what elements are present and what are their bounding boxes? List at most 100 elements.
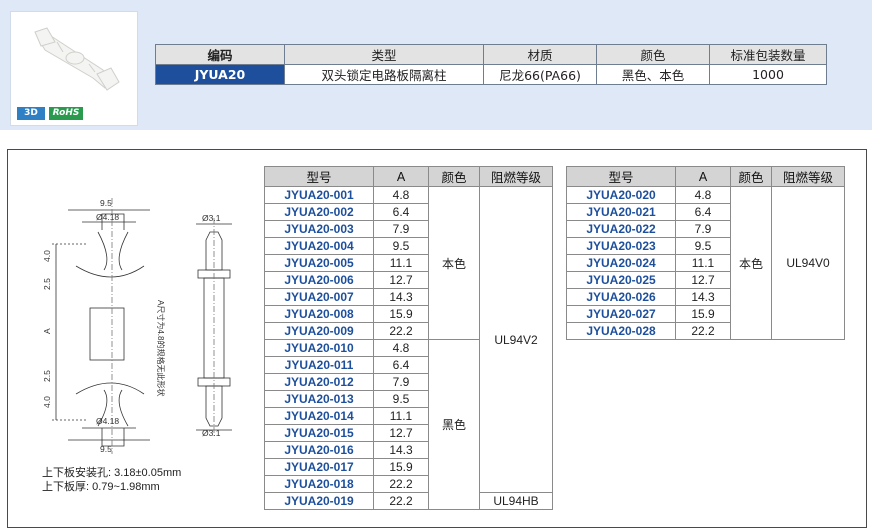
- dim-top-gap: 2.5: [42, 278, 52, 290]
- a-value-cell: 15.9: [373, 305, 429, 323]
- model-cell: JYUA20-017: [264, 458, 374, 476]
- model-cell: JYUA20-020: [566, 186, 676, 204]
- a-value-cell: 14.3: [373, 288, 429, 306]
- product-thumbnail: 3D RoHS: [10, 11, 138, 126]
- dim-bottom-height: 4.0: [42, 396, 52, 408]
- spec-header-color: 颜色: [596, 44, 710, 65]
- model-cell: JYUA20-023: [566, 237, 676, 255]
- a-value-cell: 9.5: [675, 237, 731, 255]
- model-cell: JYUA20-014: [264, 407, 374, 425]
- model-cell: JYUA20-005: [264, 254, 374, 272]
- dim-side-diameter-top: Ø3.1: [202, 213, 221, 223]
- a-value-cell: 6.4: [373, 356, 429, 374]
- table-row: JYUA20-020 4.8 本色 UL94V0: [566, 186, 845, 340]
- header-model: 型号: [566, 166, 676, 187]
- rohs-badge: RoHS: [49, 107, 83, 120]
- model-cell: JYUA20-022: [566, 220, 676, 238]
- dim-top-diameter: Ø4.18: [96, 212, 119, 222]
- board-thickness-note: 上下板厚: 0.79~1.98mm: [42, 481, 160, 493]
- side-view-note: A尺寸为4.8的规格无此形状: [156, 300, 166, 396]
- dim-side-diameter-bottom: Ø3.1: [202, 428, 221, 438]
- model-cell: JYUA20-013: [264, 390, 374, 408]
- header-model: 型号: [264, 166, 374, 187]
- model-cell: JYUA20-015: [264, 424, 374, 442]
- spec-header-code: 编码: [155, 44, 285, 65]
- rating-cell: UL94V0: [771, 186, 845, 340]
- a-value-cell: 22.2: [373, 322, 429, 340]
- model-cell: JYUA20-012: [264, 373, 374, 391]
- a-value-cell: 4.8: [373, 186, 429, 204]
- a-value-cell: 22.2: [373, 475, 429, 493]
- model-table-1-header: 型号 A 颜色 阻燃等级: [264, 166, 553, 187]
- technical-drawing: 9.5 Ø4.18 Ø3.1 4.0 2.5 A 2.5 4.0 Ø4.18 9…: [42, 198, 232, 454]
- model-cell: JYUA20-016: [264, 441, 374, 459]
- model-cell: JYUA20-024: [566, 254, 676, 272]
- model-cell: JYUA20-025: [566, 271, 676, 289]
- dim-bottom-diameter: Ø4.18: [96, 416, 119, 426]
- dim-top-width: 9.5: [100, 198, 112, 208]
- model-table-2: 型号 A 颜色 阻燃等级 JYUA20-020 4.8 本色 UL94V0 JYUA20…: [566, 166, 845, 340]
- spec-value-type: 双头锁定电路板隔离柱: [284, 64, 484, 85]
- header-a: A: [373, 166, 429, 187]
- a-value-cell: 11.1: [675, 254, 731, 272]
- model-cell: JYUA20-021: [566, 203, 676, 221]
- model-cell: JYUA20-027: [566, 305, 676, 323]
- a-value-cell: 4.8: [675, 186, 731, 204]
- a-value-cell: 7.9: [373, 220, 429, 238]
- a-value-cell: 4.8: [373, 339, 429, 357]
- table-row: JYUA20-019 22.2 UL94HB: [264, 492, 553, 510]
- a-value-cell: 7.9: [675, 220, 731, 238]
- model-cell: JYUA20-004: [264, 237, 374, 255]
- model-cell: JYUA20-008: [264, 305, 374, 323]
- spec-header-row: 编码 类型 材质 颜色 标准包装数量: [155, 44, 827, 65]
- model-cell: JYUA20-026: [566, 288, 676, 306]
- a-value-cell: 12.7: [675, 271, 731, 289]
- a-value-cell: 14.3: [373, 441, 429, 459]
- a-value-cell: 6.4: [675, 203, 731, 221]
- rating-cell: UL94HB: [479, 492, 553, 510]
- model-cell: JYUA20-006: [264, 271, 374, 289]
- spec-value-code: JYUA20: [155, 64, 285, 85]
- model-cell: JYUA20-003: [264, 220, 374, 238]
- spec-value-row: JYUA20 双头锁定电路板隔离柱 尼龙66(PA66) 黑色、本色 1000: [155, 64, 827, 85]
- model-cell: JYUA20-010: [264, 339, 374, 357]
- dim-bottom-gap: 2.5: [42, 370, 52, 382]
- a-value-cell: 9.5: [373, 390, 429, 408]
- 3d-badge: 3D: [17, 107, 45, 120]
- model-cell: JYUA20-001: [264, 186, 374, 204]
- dim-bottom-width: 9.5: [100, 444, 112, 454]
- dim-a-label: A: [42, 328, 52, 334]
- model-cell: JYUA20-011: [264, 356, 374, 374]
- spec-value-material: 尼龙66(PA66): [483, 64, 597, 85]
- rating-cell: UL94V2: [479, 186, 553, 493]
- a-value-cell: 15.9: [373, 458, 429, 476]
- model-cell: JYUA20-009: [264, 322, 374, 340]
- spec-value-package-qty: 1000: [709, 64, 827, 85]
- spec-value-color: 黑色、本色: [596, 64, 710, 85]
- header-rating: 阻燃等级: [771, 166, 845, 187]
- a-value-cell: 14.3: [675, 288, 731, 306]
- model-table-1-body: JYUA20-001 4.8 本色 UL94V2 JYUA20-002 6.4 JYUA20…: [264, 186, 553, 510]
- model-cell: JYUA20-028: [566, 322, 676, 340]
- a-value-cell: 6.4: [373, 203, 429, 221]
- a-value-cell: 12.7: [373, 424, 429, 442]
- a-value-cell: 22.2: [675, 322, 731, 340]
- product-photo-icon: [34, 27, 120, 91]
- spec-header-type: 类型: [284, 44, 484, 65]
- color-cell: 黑色: [428, 339, 480, 510]
- a-value-cell: 11.1: [373, 254, 429, 272]
- header-color: 颜色: [428, 166, 480, 187]
- model-table-2-body: JYUA20-020 4.8 本色 UL94V0 JYUA20-021 6.4 JYUA20…: [566, 186, 845, 340]
- spec-table: 编码 类型 材质 颜色 标准包装数量 JYUA20 双头锁定电路板隔离柱 尼龙6…: [155, 44, 827, 85]
- spec-header-material: 材质: [483, 44, 597, 65]
- model-table-1: 型号 A 颜色 阻燃等级 JYUA20-001 4.8 本色 UL94V2 JYUA20…: [264, 166, 553, 510]
- spec-header-package-qty: 标准包装数量: [709, 44, 827, 65]
- a-value-cell: 15.9: [675, 305, 731, 323]
- a-value-cell: 7.9: [373, 373, 429, 391]
- model-cell: JYUA20-018: [264, 475, 374, 493]
- a-value-cell: 11.1: [373, 407, 429, 425]
- model-cell: JYUA20-007: [264, 288, 374, 306]
- a-value-cell: 22.2: [373, 492, 429, 510]
- model-table-2-header: 型号 A 颜色 阻燃等级: [566, 166, 845, 187]
- header-color: 颜色: [730, 166, 772, 187]
